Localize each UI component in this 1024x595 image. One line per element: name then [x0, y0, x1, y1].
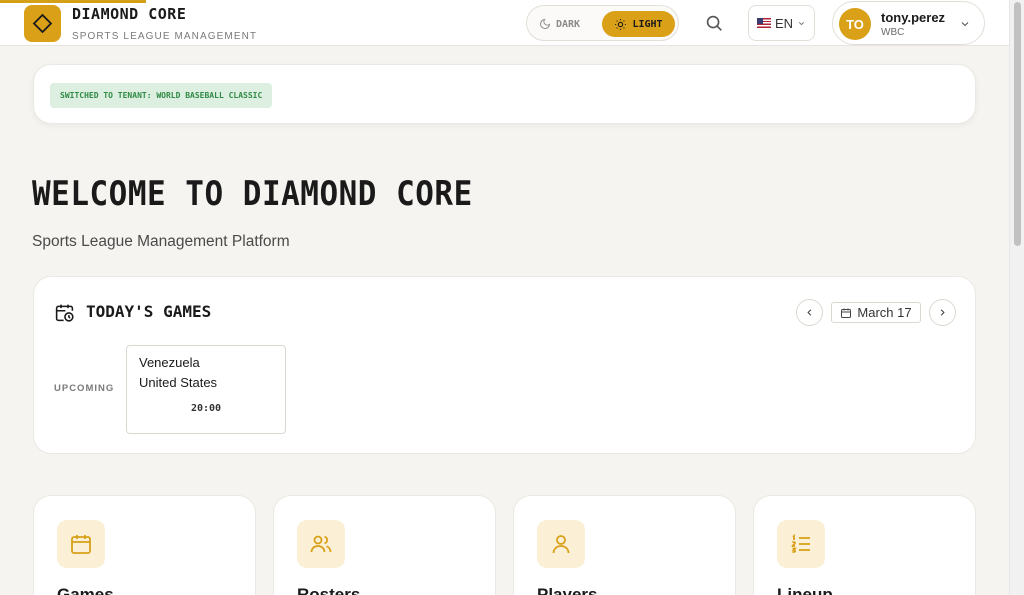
scrollbar-thumb[interactable]	[1014, 2, 1021, 246]
page-title: WELCOME TO DIAMOND CORE	[32, 174, 473, 214]
search-button[interactable]	[703, 12, 725, 34]
feature-card-lineup[interactable]: Lineup	[753, 495, 976, 595]
feature-icon-tile	[57, 520, 105, 568]
feature-icon-tile	[297, 520, 345, 568]
user-org: WBC	[881, 27, 905, 38]
moon-icon	[540, 18, 551, 29]
user-menu[interactable]: TO tony.perez WBC	[832, 1, 985, 45]
user-icon	[552, 535, 570, 554]
brand-logo[interactable]	[24, 5, 61, 42]
game-card[interactable]: Venezuela United States 20:00	[126, 345, 286, 434]
tenant-notice-card: SWITCHED TO TENANT: WORLD BASEBALL CLASS…	[33, 64, 976, 124]
page-subtitle: Sports League Management Platform	[32, 233, 290, 250]
next-day-button[interactable]	[929, 299, 956, 326]
us-flag-icon	[756, 18, 771, 28]
chevron-down-icon	[798, 21, 805, 25]
todays-games-title: TODAY'S GAMES	[86, 302, 212, 321]
diamond-icon	[32, 13, 53, 34]
sun-icon	[615, 18, 627, 30]
avatar: TO	[839, 8, 871, 40]
theme-dark-option[interactable]: DARK	[539, 15, 580, 33]
date-picker[interactable]: March 17	[831, 302, 921, 323]
feature-icon-tile	[777, 520, 825, 568]
feature-label: Players	[537, 585, 598, 595]
feature-label: Lineup	[777, 585, 833, 595]
header-accent-bar	[0, 0, 146, 3]
theme-light-option[interactable]: LIGHT	[602, 11, 675, 37]
selected-date: March 17	[857, 305, 912, 320]
brand-subtitle: SPORTS LEAGUE MANAGEMENT	[72, 31, 258, 42]
theme-toggle: DARK LIGHT	[526, 5, 679, 41]
todays-games-card: TODAY'S GAMES March 17 UPCOMING Venezuel…	[33, 276, 976, 454]
feature-label: Games	[57, 585, 114, 595]
search-icon	[706, 15, 722, 31]
game-status-label: UPCOMING	[54, 383, 115, 394]
feature-card-players[interactable]: Players	[513, 495, 736, 595]
theme-dark-label: DARK	[556, 18, 581, 30]
brand-name: DIAMOND CORE	[72, 5, 187, 23]
chevron-down-icon	[961, 22, 969, 27]
top-header: DIAMOND CORE SPORTS LEAGUE MANAGEMENT DA…	[0, 0, 1009, 46]
language-selector[interactable]: EN	[748, 5, 815, 41]
theme-light-label: LIGHT	[632, 18, 663, 30]
calendar-clock-icon	[55, 304, 74, 322]
tenant-status-badge: SWITCHED TO TENANT: WORLD BASEBALL CLASS…	[50, 83, 273, 108]
chevron-left-icon	[807, 309, 812, 316]
users-icon	[310, 535, 332, 553]
feature-label: Rosters	[297, 585, 361, 595]
calendar-icon	[71, 535, 91, 554]
feature-card-games[interactable]: Games	[33, 495, 256, 595]
team-away: United States	[139, 375, 218, 390]
list-icon	[791, 533, 810, 553]
page-scrollbar[interactable]	[1009, 0, 1024, 595]
game-time: 20:00	[190, 403, 222, 414]
previous-day-button[interactable]	[796, 299, 823, 326]
language-code: EN	[774, 15, 794, 31]
team-home: Venezuela	[139, 355, 200, 370]
feature-icon-tile	[537, 520, 585, 568]
calendar-icon	[841, 308, 852, 318]
feature-card-rosters[interactable]: Rosters	[273, 495, 496, 595]
chevron-right-icon	[940, 309, 945, 316]
user-name: tony.perez	[881, 10, 946, 25]
